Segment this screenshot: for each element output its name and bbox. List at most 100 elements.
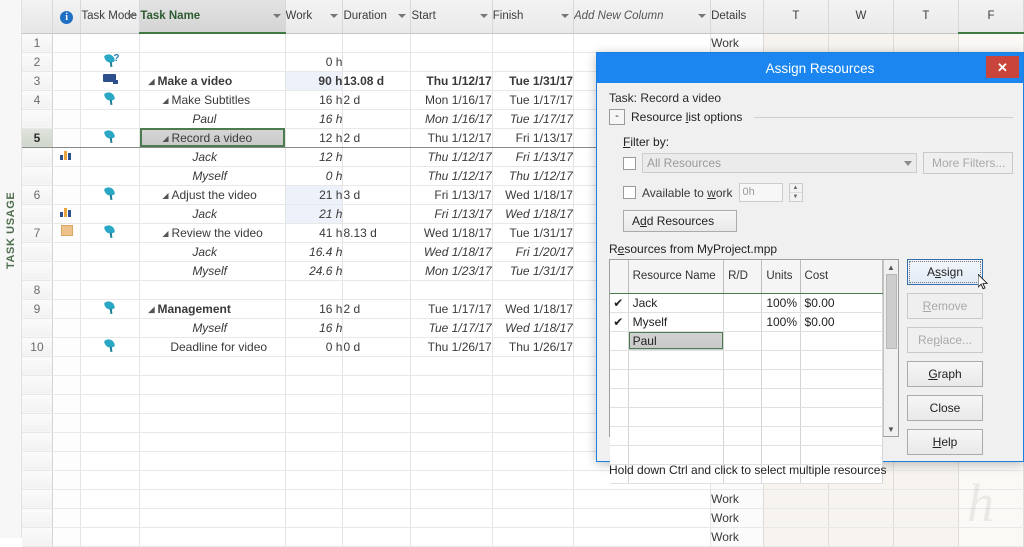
row-number-cell[interactable] (22, 261, 53, 281)
row-number-cell[interactable] (22, 432, 53, 452)
add-new-column-cell[interactable] (573, 508, 712, 528)
add-new-column-cell[interactable] (573, 489, 712, 509)
timephased-cell[interactable] (763, 527, 829, 547)
collapse-triangle-icon[interactable]: ◢ (162, 96, 168, 105)
header-add-new-column[interactable]: Add New Column (573, 0, 712, 34)
task-mode-cell[interactable] (80, 242, 141, 262)
work-cell[interactable] (285, 432, 344, 452)
start-cell[interactable] (410, 489, 493, 509)
start-cell[interactable] (410, 394, 493, 414)
indicator-cell[interactable] (52, 451, 82, 471)
row-number-cell[interactable] (22, 147, 53, 167)
task-name-cell[interactable]: Jack (139, 204, 286, 224)
list-item[interactable]: ✔ Myself 100% $0.00 (610, 312, 884, 332)
start-cell[interactable] (410, 451, 493, 471)
task-mode-cell[interactable] (80, 489, 141, 509)
header-duration[interactable]: Duration (342, 0, 412, 34)
task-name-cell[interactable]: ◢ Record a video (139, 127, 286, 148)
row-number-cell[interactable] (22, 375, 53, 395)
filter-checkbox[interactable] (623, 156, 636, 170)
resource-cost-cell[interactable] (800, 407, 884, 427)
row-number-cell[interactable] (22, 242, 53, 262)
resource-rd-cell[interactable] (723, 445, 763, 465)
start-cell[interactable] (410, 432, 493, 452)
indicator-cell[interactable] (52, 71, 82, 91)
resource-check-cell[interactable] (610, 388, 629, 408)
finish-cell[interactable]: Fri 1/13/17 (492, 147, 574, 167)
duration-cell[interactable] (342, 394, 412, 414)
task-name-cell[interactable] (139, 394, 286, 414)
indicator-cell[interactable] (52, 489, 82, 509)
row-number-cell[interactable] (22, 318, 53, 338)
task-name-cell[interactable]: ◢ Make a video (139, 71, 286, 91)
col-rd[interactable]: R/D (723, 260, 763, 294)
work-cell[interactable]: 12 h (285, 127, 344, 148)
task-mode-cell[interactable] (80, 204, 141, 224)
resource-cost-cell[interactable] (800, 350, 884, 370)
resource-list-options-toggle[interactable]: - (609, 109, 625, 125)
header-start[interactable]: Start (410, 0, 493, 34)
timephased-cell[interactable] (763, 508, 829, 528)
resource-name-cell[interactable] (628, 426, 725, 446)
task-name-cell[interactable]: Myself (139, 261, 286, 281)
list-item[interactable] (610, 407, 884, 427)
task-name-cell[interactable] (139, 52, 286, 72)
work-cell[interactable] (285, 527, 344, 547)
row-number-cell[interactable]: 5 (22, 127, 53, 148)
finish-cell[interactable]: Tue 1/17/17 (492, 90, 574, 110)
collapse-triangle-icon[interactable]: ◢ (162, 229, 168, 238)
close-icon[interactable]: ✕ (986, 56, 1019, 78)
resource-check-cell[interactable] (610, 407, 629, 427)
work-cell[interactable] (285, 375, 344, 395)
row-number-cell[interactable]: 2 (22, 52, 53, 72)
available-to-work-checkbox[interactable] (623, 186, 636, 199)
start-cell[interactable]: Wed 1/18/17 (410, 223, 493, 243)
start-cell[interactable] (410, 52, 493, 72)
indicator-cell[interactable] (52, 127, 82, 148)
scrollbar-track[interactable] (884, 349, 898, 422)
resource-cost-cell[interactable]: $0.00 (800, 293, 884, 313)
start-cell[interactable] (410, 375, 493, 395)
duration-cell[interactable] (342, 109, 412, 129)
task-mode-cell[interactable] (80, 299, 141, 319)
row-number-cell[interactable] (22, 470, 53, 490)
duration-cell[interactable] (342, 508, 412, 528)
task-mode-cell[interactable]: ? (80, 52, 141, 72)
task-name-cell[interactable]: ◢ Make Subtitles (139, 90, 286, 110)
col-cost[interactable]: Cost (800, 260, 884, 294)
finish-cell[interactable] (492, 375, 574, 395)
duration-cell[interactable]: 0 d (342, 337, 412, 357)
task-name-cell[interactable] (139, 280, 286, 300)
work-cell[interactable] (285, 394, 344, 414)
resource-rd-cell[interactable] (723, 407, 763, 427)
resource-check-cell[interactable] (610, 331, 629, 351)
indicator-cell[interactable] (52, 508, 82, 528)
add-new-column-cell[interactable] (573, 527, 712, 547)
work-cell[interactable]: 16.4 h (285, 242, 344, 262)
duration-cell[interactable]: 2 d (342, 127, 412, 148)
filter-select[interactable]: All Resources (642, 153, 917, 173)
resource-cost-cell[interactable]: $0.00 (800, 312, 884, 332)
finish-cell[interactable] (492, 33, 574, 53)
table-row[interactable]: Work (22, 527, 1024, 547)
duration-cell[interactable] (342, 204, 412, 224)
finish-cell[interactable] (492, 432, 574, 452)
work-cell[interactable]: 12 h (285, 147, 344, 167)
task-name-cell[interactable]: Myself (139, 166, 286, 186)
finish-cell[interactable] (492, 52, 574, 72)
resource-check-cell[interactable] (610, 369, 629, 389)
start-cell[interactable]: Thu 1/12/17 (410, 147, 493, 167)
finish-cell[interactable] (492, 280, 574, 300)
chevron-down-icon[interactable] (560, 14, 569, 19)
duration-cell[interactable] (342, 375, 412, 395)
finish-cell[interactable] (492, 470, 574, 490)
resource-check-cell[interactable] (610, 426, 629, 446)
task-mode-cell[interactable] (80, 90, 141, 110)
task-name-cell[interactable] (139, 375, 286, 395)
duration-cell[interactable]: 2 d (342, 299, 412, 319)
task-name-cell[interactable] (139, 413, 286, 433)
dialog-title-bar[interactable]: Assign Resources ✕ (597, 53, 1023, 83)
indicator-cell[interactable] (52, 33, 82, 53)
start-cell[interactable]: Fri 1/13/17 (410, 204, 493, 224)
task-mode-cell[interactable] (80, 185, 141, 205)
